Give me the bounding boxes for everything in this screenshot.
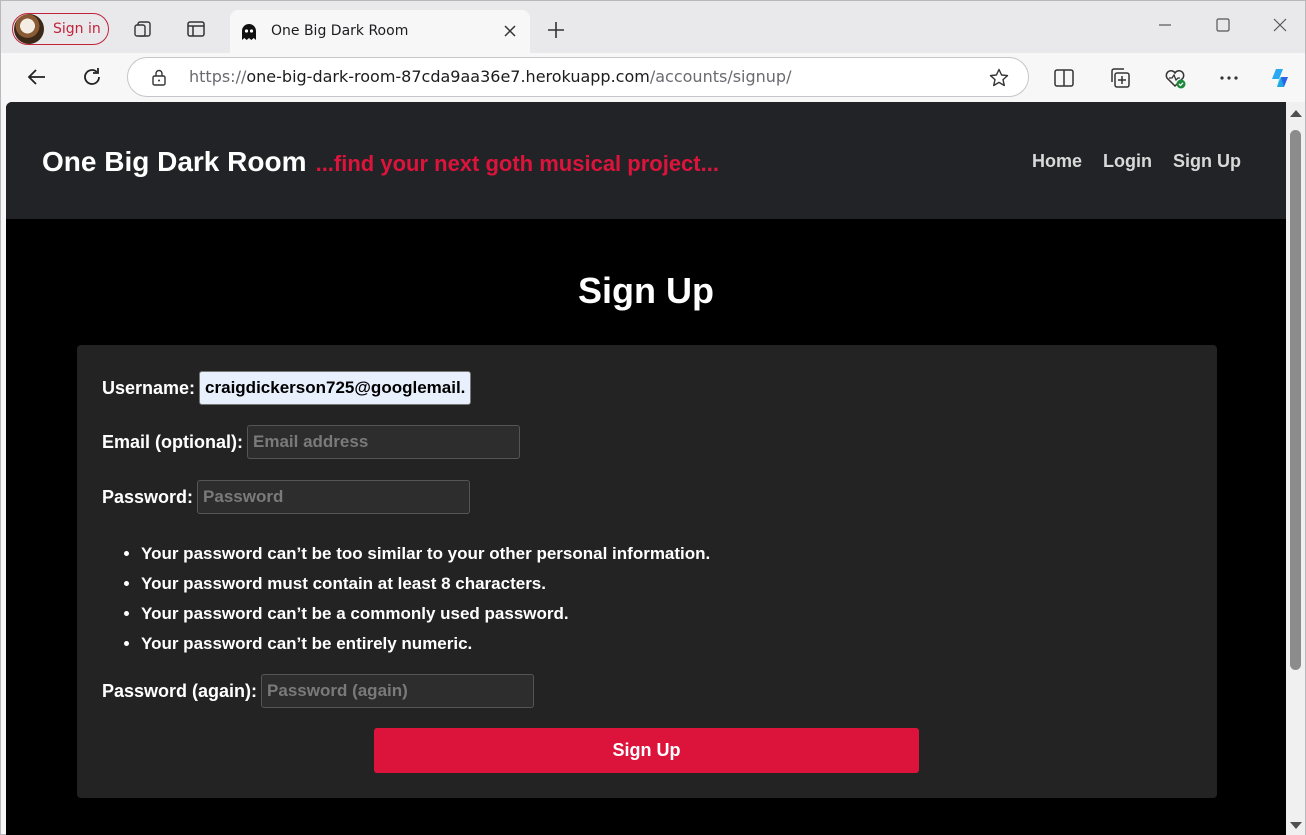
- page-viewport: One Big Dark Room ...find your next goth…: [6, 102, 1286, 835]
- password-row: Password:: [102, 480, 471, 514]
- password-rule: Your password can’t be a commonly used p…: [141, 599, 710, 629]
- url-path: /accounts/signup/: [649, 67, 792, 86]
- password-rule: Your password can’t be too similar to yo…: [141, 539, 710, 569]
- password-rules: Your password can’t be too similar to yo…: [117, 539, 710, 659]
- close-icon[interactable]: [500, 21, 520, 41]
- username-input[interactable]: [199, 371, 472, 405]
- password-rule: Your password can’t be entirely numeric.: [141, 629, 710, 659]
- tab-title: One Big Dark Room: [271, 23, 409, 39]
- window-close-icon[interactable]: [1270, 15, 1290, 35]
- email-row: Email (optional):: [102, 425, 520, 459]
- lock-icon[interactable]: [150, 68, 168, 86]
- scroll-thumb[interactable]: [1290, 130, 1301, 670]
- username-label: Username:: [102, 377, 196, 398]
- split-screen-icon[interactable]: [1052, 66, 1076, 90]
- avatar: [14, 14, 44, 44]
- username-row: Username:: [102, 371, 472, 405]
- refresh-icon[interactable]: [80, 65, 104, 89]
- back-icon[interactable]: [25, 65, 49, 89]
- scroll-up-arrow-icon[interactable]: [1290, 110, 1302, 117]
- tab-active[interactable]: One Big Dark Room: [230, 10, 530, 53]
- password-input[interactable]: [197, 480, 471, 514]
- page-title: Sign Up: [578, 270, 714, 311]
- copilot-icon[interactable]: [1268, 66, 1292, 90]
- profile-button[interactable]: Sign in: [12, 13, 109, 45]
- nav-signup[interactable]: Sign Up: [1173, 151, 1241, 172]
- vertical-tabs-icon[interactable]: [186, 19, 206, 39]
- address-bar[interactable]: https://one-big-dark-room-87cda9aa36e7.h…: [127, 57, 1029, 97]
- nav-login[interactable]: Login: [1103, 151, 1152, 172]
- new-tab-icon[interactable]: [545, 19, 567, 41]
- email-input[interactable]: [247, 425, 520, 459]
- password-label: Password:: [102, 486, 194, 507]
- brand[interactable]: One Big Dark Room ...find your next goth…: [42, 146, 719, 178]
- minimize-icon[interactable]: [1155, 15, 1175, 35]
- ghost-icon: [242, 24, 256, 40]
- signup-form: Username: Email (optional): Password: Yo…: [77, 345, 1217, 798]
- favorite-star-icon[interactable]: [988, 67, 1010, 89]
- scrollbar[interactable]: [1286, 102, 1305, 835]
- browser-toolbar: https://one-big-dark-room-87cda9aa36e7.h…: [1, 53, 1305, 102]
- password-again-row: Password (again):: [102, 674, 535, 708]
- collections-icon[interactable]: [1108, 66, 1132, 90]
- url-text[interactable]: https://one-big-dark-room-87cda9aa36e7.h…: [189, 67, 791, 86]
- profile-label: Sign in: [53, 21, 101, 37]
- scroll-down-arrow-icon[interactable]: [1290, 822, 1302, 829]
- browser-essentials-icon[interactable]: [1163, 66, 1187, 90]
- more-menu-icon[interactable]: [1217, 66, 1241, 90]
- nav-home[interactable]: Home: [1032, 151, 1082, 172]
- tab-strip: Sign in One Big Dark Room: [1, 1, 1305, 53]
- url-scheme: https://: [189, 67, 247, 86]
- brand-tagline: ...find your next goth musical project..…: [315, 151, 719, 176]
- password-again-input[interactable]: [261, 674, 535, 708]
- password-again-label: Password (again):: [102, 680, 258, 701]
- browser-window: Sign in One Big Dark Room https://one-bi…: [0, 0, 1306, 835]
- maximize-icon[interactable]: [1213, 15, 1233, 35]
- brand-name: One Big Dark Room: [42, 146, 307, 177]
- email-label: Email (optional):: [102, 431, 243, 452]
- url-host: one-big-dark-room-87cda9aa36e7.herokuapp…: [246, 67, 650, 86]
- site-nav: Home Login Sign Up: [1032, 151, 1241, 172]
- signup-button[interactable]: Sign Up: [374, 728, 919, 773]
- workspaces-icon[interactable]: [133, 19, 153, 39]
- password-rule: Your password must contain at least 8 ch…: [141, 569, 710, 599]
- site-header: One Big Dark Room ...find your next goth…: [6, 102, 1286, 219]
